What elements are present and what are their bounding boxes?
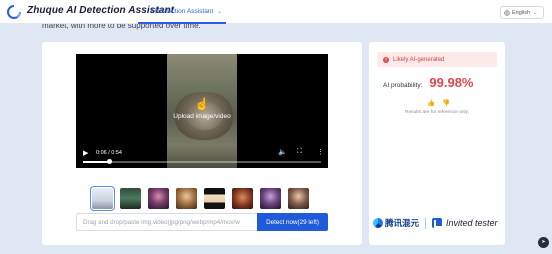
sample-thumbnail-5[interactable] xyxy=(204,188,225,209)
more-icon[interactable]: ⋮ xyxy=(317,148,324,156)
verdict-banner: ! Likely AI-generated xyxy=(377,52,497,67)
language-label: English xyxy=(512,9,531,16)
chevron-down-icon: ⌄ xyxy=(217,8,223,15)
upload-card: ☝ Upload image/video ▶ 0:06 / 0:54 🔈 ⛶ ⋮… xyxy=(42,42,362,245)
language-select[interactable]: English ⌄ xyxy=(500,6,544,19)
partner-logos: 腾讯混元 Invited tester xyxy=(373,217,498,229)
probability-row: AI probability: 99.98% xyxy=(383,75,473,90)
tencent-mark-icon xyxy=(373,218,383,228)
upload-overlay[interactable]: ☝ Upload image/video xyxy=(167,98,237,120)
result-card: ! Likely AI-generated AI probability: 99… xyxy=(369,42,505,245)
nav-tab-ai-detection[interactable]: AI Detection Assistant ⌄ xyxy=(138,0,227,24)
reference-note: Results are for reference only. xyxy=(405,110,469,115)
nav-tab-label: AI Detection Assistant xyxy=(150,7,214,15)
sample-thumbnail-3[interactable] xyxy=(148,188,169,209)
invited-tester-icon xyxy=(432,218,443,228)
detect-now-button[interactable]: Detect now(29 left) xyxy=(257,213,328,231)
tencent-hunyuan-logo: 腾讯混元 xyxy=(373,217,419,229)
verdict-label: Likely AI-generated xyxy=(393,56,445,63)
video-controls: ▶ 0:06 / 0:54 🔈 ⛶ ⋮ xyxy=(76,146,328,168)
progress-knob[interactable] xyxy=(106,159,112,164)
play-icon[interactable]: ▶ xyxy=(83,149,88,157)
sample-thumbnail-8[interactable] xyxy=(288,188,309,209)
probability-label: AI probability: xyxy=(383,82,423,89)
sample-thumbnail-4[interactable] xyxy=(176,188,197,209)
send-feedback-icon[interactable]: ➤ xyxy=(538,237,549,248)
thumbs-down-icon[interactable]: 👎 xyxy=(442,99,450,107)
probability-value: 99.98% xyxy=(429,75,474,90)
globe-icon xyxy=(504,9,510,16)
hand-pointer-icon: ☝ xyxy=(194,97,210,111)
chevron-down-icon: ⌄ xyxy=(533,9,538,16)
progress-fill xyxy=(83,161,110,163)
sample-thumbnail-1[interactable] xyxy=(90,186,115,211)
upload-label: Upload image/video xyxy=(173,113,231,120)
feedback-buttons: 👍 👎 xyxy=(427,99,450,107)
tencent-label: 腾讯混元 xyxy=(385,218,420,228)
zhuque-logo-icon[interactable] xyxy=(7,5,21,19)
video-player[interactable]: ☝ Upload image/video ▶ 0:06 / 0:54 🔈 ⛶ ⋮ xyxy=(76,54,328,168)
thumbs-up-icon[interactable]: 👍 xyxy=(427,99,435,107)
warning-icon: ! xyxy=(383,56,389,63)
top-header: Zhuque AI Detection Assistant AI Detecti… xyxy=(0,0,552,24)
sample-thumbnail-6[interactable] xyxy=(232,188,253,209)
video-progress[interactable] xyxy=(83,159,321,164)
media-url-input[interactable] xyxy=(76,213,257,231)
sample-thumbnail-2[interactable] xyxy=(120,188,141,209)
fullscreen-icon[interactable]: ⛶ xyxy=(297,148,302,156)
divider xyxy=(425,217,427,229)
scrolled-intro-text: market, with more to be supported over t… xyxy=(42,24,201,30)
invited-tester-label: Invited tester xyxy=(446,218,498,228)
sample-thumbnail-7[interactable] xyxy=(260,188,281,209)
video-time: 0:06 / 0:54 xyxy=(96,150,122,156)
volume-icon[interactable]: 🔈 xyxy=(278,148,287,156)
sample-thumbnails xyxy=(90,186,309,211)
